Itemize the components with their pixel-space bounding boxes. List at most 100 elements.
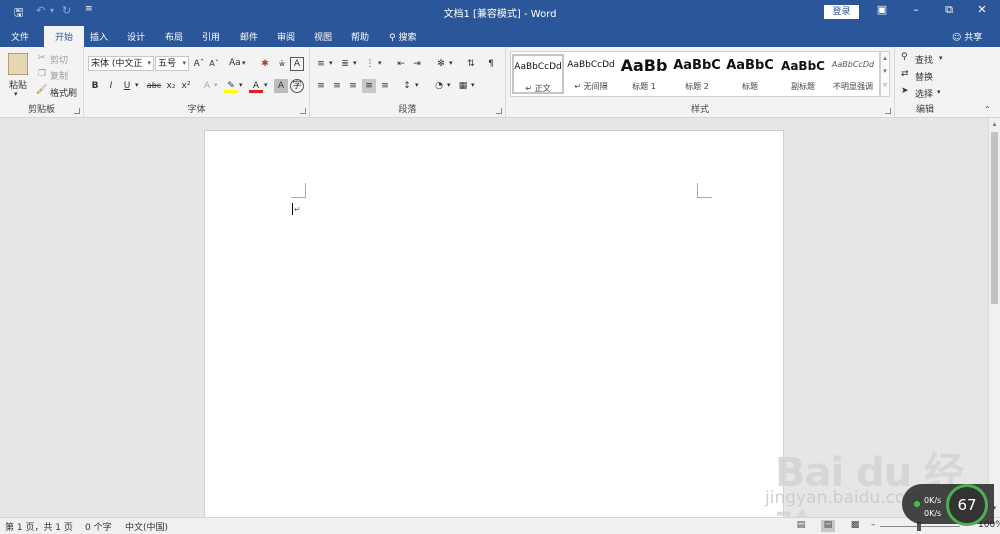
phonetic-guide-icon[interactable]: w̄: [275, 57, 289, 71]
word-count[interactable]: 0 个字: [85, 520, 112, 533]
change-case-button[interactable]: Aa: [229, 58, 241, 68]
underline-button[interactable]: U: [120, 79, 134, 93]
shading-dropdown-icon[interactable]: ▾: [447, 81, 451, 89]
style-heading-2[interactable]: AaBbC 标题 2: [671, 54, 723, 94]
gallery-up-icon[interactable]: ▴: [881, 54, 889, 62]
align-center-icon[interactable]: ≡: [330, 79, 344, 93]
shrink-font-icon[interactable]: Aˇ: [207, 57, 221, 71]
gallery-more-icon[interactable]: ▿: [881, 81, 889, 89]
tab-help[interactable]: 帮助: [351, 30, 369, 43]
restore-icon[interactable]: ⧉: [939, 3, 959, 17]
format-painter-icon[interactable]: 🖌: [36, 85, 47, 95]
bullets-dropdown-icon[interactable]: ▾: [329, 59, 333, 67]
collapse-ribbon-icon[interactable]: ⌃: [984, 105, 991, 114]
scroll-thumb[interactable]: [991, 132, 998, 304]
show-hide-marks-icon[interactable]: ¶: [484, 57, 498, 71]
numbering-dropdown-icon[interactable]: ▾: [353, 59, 357, 67]
bold-button[interactable]: B: [88, 79, 102, 93]
paste-button[interactable]: 粘贴: [9, 78, 27, 91]
copy-icon[interactable]: ❐: [38, 69, 46, 79]
chinese-layout-dropdown-icon[interactable]: ▾: [449, 59, 453, 67]
style-title[interactable]: AaBbC 标题: [724, 54, 776, 94]
align-left-icon[interactable]: ≡: [314, 79, 328, 93]
style-heading-1[interactable]: AaBb 标题 1: [618, 54, 670, 94]
page-count[interactable]: 第 1 页，共 1 页: [5, 520, 73, 533]
subscript-button[interactable]: x₂: [164, 79, 178, 93]
style-normal[interactable]: AaBbCcDd ↵ 正文: [512, 54, 564, 94]
borders-icon[interactable]: ▦: [456, 79, 470, 93]
tab-mailings[interactable]: 邮件: [240, 30, 258, 43]
styles-launcher-icon[interactable]: [885, 108, 891, 114]
cut-button[interactable]: 剪切: [50, 53, 68, 66]
decrease-indent-icon[interactable]: ⇤: [394, 57, 408, 71]
font-size-dropdown-icon[interactable]: ▾: [182, 57, 186, 69]
font-color-dropdown-icon[interactable]: ▾: [264, 81, 268, 89]
read-mode-icon[interactable]: ▤: [794, 520, 808, 532]
tab-design[interactable]: 设计: [127, 30, 145, 43]
font-size-combo[interactable]: 五号 ▾: [155, 56, 189, 71]
print-layout-icon[interactable]: ▤: [821, 520, 835, 532]
select-button[interactable]: 选择: [915, 87, 933, 100]
text-effects-dropdown-icon[interactable]: ▾: [214, 81, 218, 89]
format-painter-button[interactable]: 格式刷: [50, 86, 77, 99]
zoom-out-icon[interactable]: –: [871, 520, 876, 530]
line-spacing-dropdown-icon[interactable]: ▾: [415, 81, 419, 89]
strikethrough-button[interactable]: abc: [145, 79, 163, 93]
tab-references[interactable]: 引用: [202, 30, 220, 43]
find-dropdown-icon[interactable]: ▾: [939, 54, 943, 62]
tab-review[interactable]: 审阅: [277, 30, 295, 43]
paste-icon[interactable]: [8, 53, 28, 75]
find-icon[interactable]: ⚲: [901, 52, 908, 62]
clipboard-launcher-icon[interactable]: [74, 108, 80, 114]
replace-button[interactable]: 替换: [915, 70, 933, 83]
clear-formatting-icon[interactable]: ✱: [258, 57, 272, 71]
paragraph-launcher-icon[interactable]: [496, 108, 502, 114]
character-border-icon[interactable]: A: [290, 57, 304, 71]
tab-layout[interactable]: 布局: [165, 30, 183, 43]
superscript-button[interactable]: x²: [179, 79, 193, 93]
change-case-dropdown-icon[interactable]: ▾: [242, 59, 246, 67]
multilevel-list-icon[interactable]: ⋮: [363, 57, 377, 71]
grow-font-icon[interactable]: Aˆ: [192, 57, 206, 71]
character-shading-icon[interactable]: A: [274, 79, 288, 93]
style-subtle-emphasis[interactable]: AaBbCcDd 不明显强调: [827, 54, 879, 94]
line-spacing-icon[interactable]: ↕: [400, 79, 414, 93]
font-launcher-icon[interactable]: [300, 108, 306, 114]
tab-file[interactable]: 文件: [11, 30, 29, 43]
tell-me-search[interactable]: ⚲ 搜索: [389, 30, 416, 43]
select-icon[interactable]: ➤: [901, 86, 909, 96]
multilevel-list-dropdown-icon[interactable]: ▾: [378, 59, 382, 67]
highlight-dropdown-icon[interactable]: ▾: [239, 81, 243, 89]
distributed-icon[interactable]: ≡: [378, 79, 392, 93]
style-no-spacing[interactable]: AaBbCcDd ↵ 无间隔: [565, 54, 617, 94]
text-effects-icon[interactable]: A: [200, 79, 214, 93]
increase-indent-icon[interactable]: ⇥: [410, 57, 424, 71]
close-icon[interactable]: ✕: [972, 3, 992, 16]
scroll-up-icon[interactable]: ▴: [989, 120, 1000, 128]
find-button[interactable]: 查找: [915, 53, 933, 66]
cut-icon[interactable]: ✂: [38, 53, 46, 63]
justify-icon[interactable]: ≡: [362, 79, 376, 93]
replace-icon[interactable]: ⇄: [901, 69, 909, 79]
font-color-icon[interactable]: A: [249, 79, 263, 93]
share-button[interactable]: ☺ 共享: [952, 30, 982, 43]
minimize-icon[interactable]: –: [906, 3, 926, 16]
copy-button[interactable]: 复制: [50, 69, 68, 82]
highlight-color-icon[interactable]: ✎: [224, 79, 238, 93]
ribbon-display-options-icon[interactable]: ▣: [872, 3, 892, 16]
gallery-down-icon[interactable]: ▾: [881, 67, 889, 75]
italic-button[interactable]: I: [104, 79, 118, 93]
enclose-characters-icon[interactable]: 字: [290, 79, 304, 93]
document-page[interactable]: ↵: [204, 130, 784, 517]
paste-dropdown-icon[interactable]: ▾: [14, 90, 18, 98]
bullets-icon[interactable]: ≡: [314, 57, 328, 71]
web-layout-icon[interactable]: ▩: [848, 520, 862, 532]
style-subtitle[interactable]: AaBbC 副标题: [777, 54, 829, 94]
select-dropdown-icon[interactable]: ▾: [937, 88, 941, 96]
chinese-layout-icon[interactable]: ✻: [434, 57, 448, 71]
tab-view[interactable]: 视图: [314, 30, 332, 43]
font-name-dropdown-icon[interactable]: ▾: [147, 57, 151, 69]
underline-dropdown-icon[interactable]: ▾: [135, 81, 139, 89]
tab-insert[interactable]: 插入: [90, 30, 108, 43]
font-name-combo[interactable]: 宋体 (中文正 ▾: [88, 56, 154, 71]
